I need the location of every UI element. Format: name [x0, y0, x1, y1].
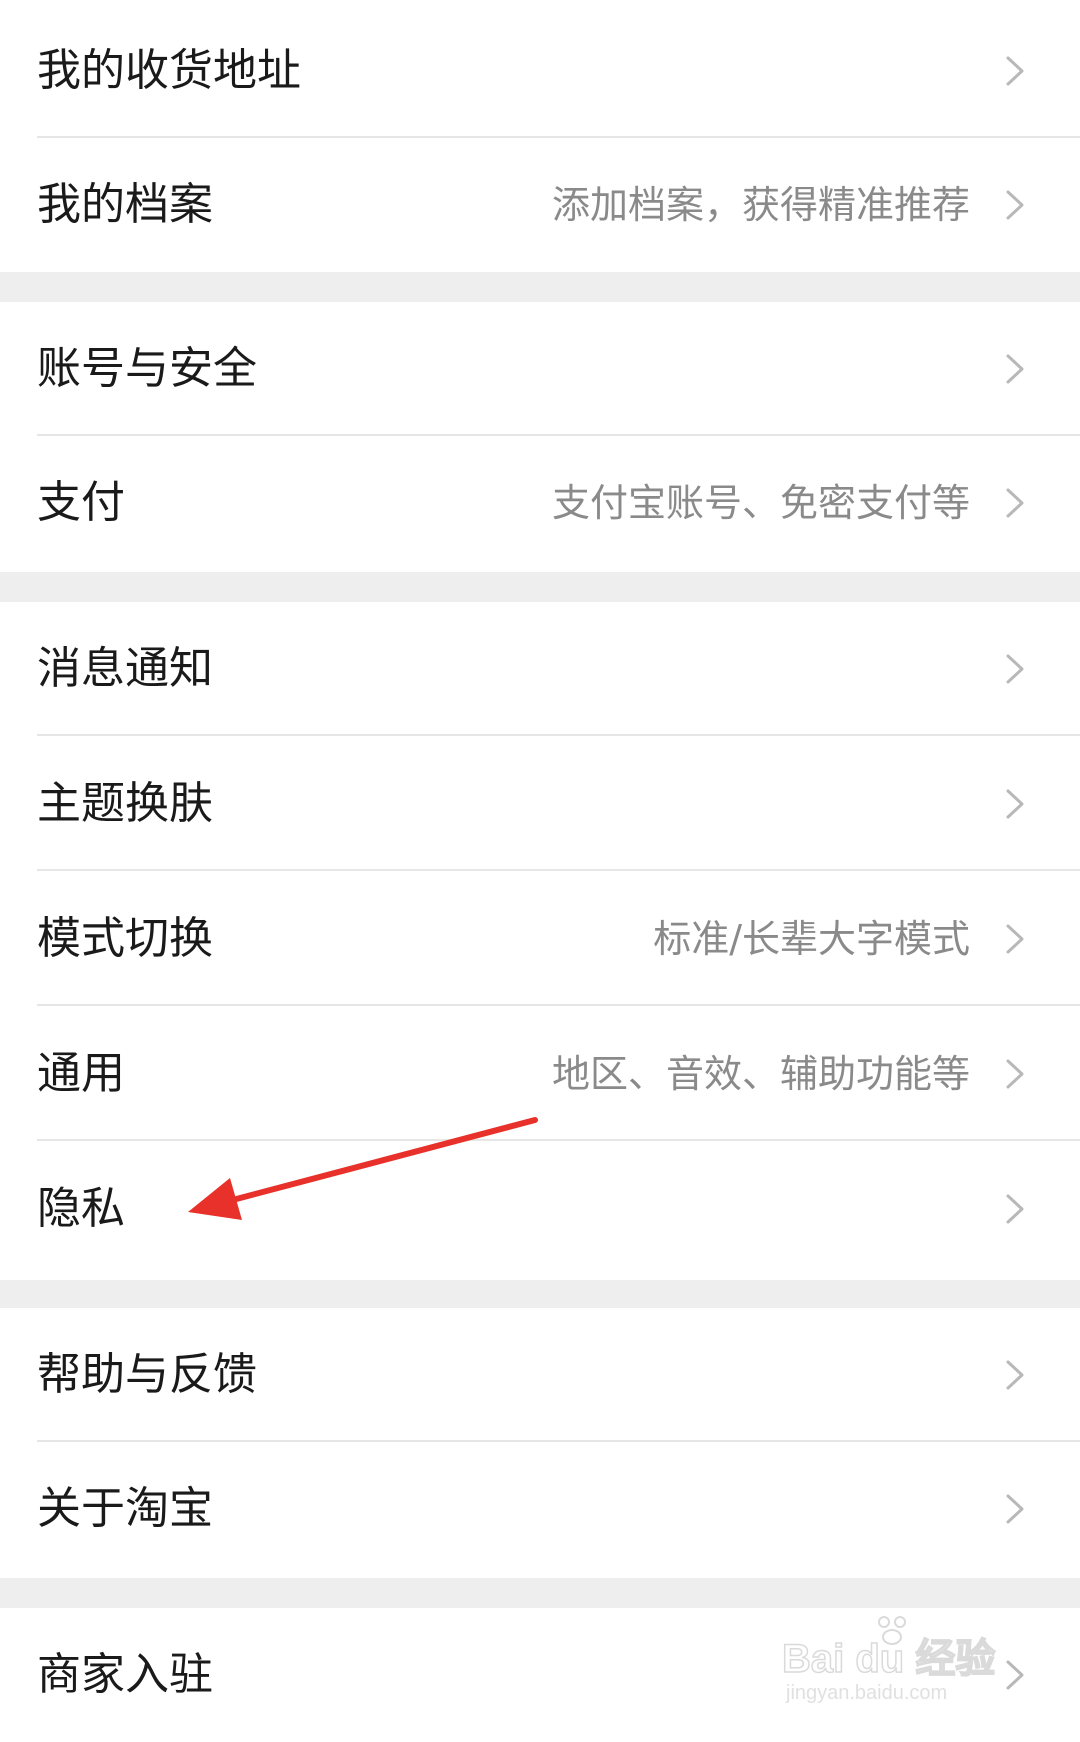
settings-group-3: 消息通知 主题换肤 模式切换 标准/长辈大字模式 通用 地区、音效、辅助功能等 … [0, 602, 1080, 1280]
setting-label: 主题换肤 [37, 778, 213, 829]
chevron-right-icon [1006, 488, 1024, 518]
setting-row-theme[interactable]: 主题换肤 [0, 737, 1080, 871]
setting-label: 我的档案 [37, 179, 213, 230]
watermark-main-text: Bai du 经验 [781, 1636, 996, 1682]
setting-row-general[interactable]: 通用 地区、音效、辅助功能等 [0, 1007, 1080, 1141]
setting-row-address[interactable]: 我的收货地址 [0, 4, 1080, 138]
setting-label: 账号与安全 [37, 343, 257, 394]
settings-group-1: 我的收货地址 我的档案 添加档案，获得精准推荐 [0, 0, 1080, 272]
chevron-right-icon [1006, 190, 1024, 220]
setting-label: 消息通知 [37, 643, 213, 694]
settings-group-4: 帮助与反馈 关于淘宝 [0, 1308, 1080, 1578]
setting-row-about[interactable]: 关于淘宝 [0, 1442, 1080, 1576]
chevron-right-icon [1006, 1494, 1024, 1524]
row-divider [37, 1004, 1080, 1006]
chevron-right-icon [1006, 354, 1024, 384]
setting-label: 模式切换 [37, 913, 213, 964]
setting-label: 我的收货地址 [37, 45, 301, 96]
setting-label: 隐私 [37, 1183, 125, 1234]
chevron-right-icon [1006, 1194, 1024, 1224]
baidu-jingyan-watermark: Bai du 经验 jingyan.baidu.com [781, 1612, 1032, 1722]
settings-group-2: 账号与安全 支付 支付宝账号、免密支付等 [0, 302, 1080, 572]
setting-description: 支付宝账号、免密支付等 [551, 481, 970, 525]
setting-row-help-feedback[interactable]: 帮助与反馈 [0, 1308, 1080, 1442]
setting-row-profile[interactable]: 我的档案 添加档案，获得精准推荐 [0, 138, 1080, 272]
row-divider [37, 869, 1080, 871]
row-divider [37, 734, 1080, 736]
setting-description: 添加档案，获得精准推荐 [551, 183, 970, 227]
setting-row-payment[interactable]: 支付 支付宝账号、免密支付等 [0, 436, 1080, 570]
setting-row-account-security[interactable]: 账号与安全 [0, 302, 1080, 436]
setting-row-privacy[interactable]: 隐私 [0, 1142, 1080, 1276]
setting-label: 帮助与反馈 [37, 1349, 257, 1400]
chevron-right-icon [1006, 789, 1024, 819]
setting-description: 地区、音效、辅助功能等 [551, 1052, 970, 1096]
section-separator [0, 1578, 1080, 1608]
chevron-right-icon [1006, 924, 1024, 954]
setting-row-mode-switch[interactable]: 模式切换 标准/长辈大字模式 [0, 872, 1080, 1006]
watermark-url: jingyan.baidu.com [786, 1682, 948, 1704]
setting-label: 支付 [37, 477, 125, 528]
chevron-right-icon [1006, 56, 1024, 86]
setting-label: 通用 [37, 1048, 125, 1099]
settings-page: 我的收货地址 我的档案 添加档案，获得精准推荐 账号与安全 支付 支付宝账号、免… [0, 0, 1080, 1742]
setting-label: 关于淘宝 [37, 1483, 213, 1534]
section-separator [0, 272, 1080, 302]
row-divider [37, 1139, 1080, 1141]
section-separator [0, 572, 1080, 602]
chevron-right-icon [1006, 1059, 1024, 1089]
setting-label: 商家入驻 [37, 1649, 213, 1700]
chevron-right-icon [1006, 654, 1024, 684]
section-separator [0, 1280, 1080, 1308]
setting-description: 标准/长辈大字模式 [653, 917, 970, 961]
chevron-right-icon [1006, 1360, 1024, 1390]
setting-row-notifications[interactable]: 消息通知 [0, 602, 1080, 736]
